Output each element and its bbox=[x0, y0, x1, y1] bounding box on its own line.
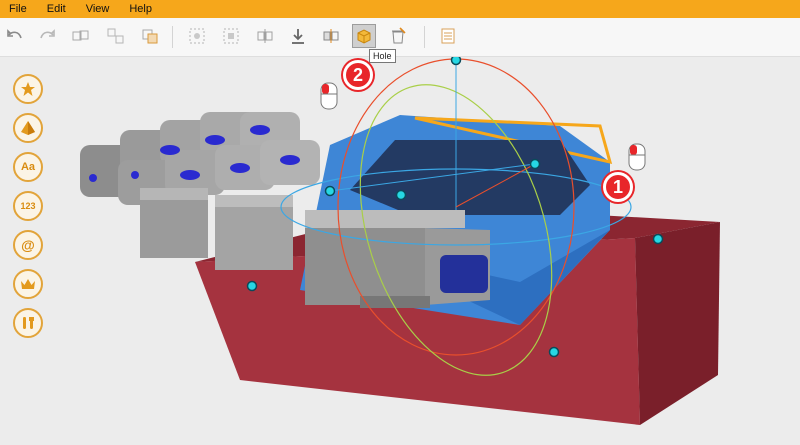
duplicate-icon bbox=[142, 29, 158, 44]
flip-button[interactable] bbox=[319, 24, 343, 48]
flip-icon bbox=[323, 29, 339, 43]
shapes-icon bbox=[21, 121, 35, 135]
delete-icon bbox=[392, 27, 406, 44]
palette-shapes[interactable] bbox=[13, 113, 43, 143]
menu-edit[interactable]: Edit bbox=[37, 0, 76, 18]
distribute-icon bbox=[223, 28, 239, 44]
gizmo-handle[interactable] bbox=[529, 158, 541, 170]
palette-symbols[interactable]: @ bbox=[13, 230, 43, 260]
palette-numbers[interactable]: 123 bbox=[13, 191, 43, 221]
gizmo-handle[interactable] bbox=[246, 280, 258, 292]
align-icon bbox=[189, 28, 205, 44]
notes-icon bbox=[441, 28, 455, 44]
align-button[interactable] bbox=[185, 24, 209, 48]
palette-text[interactable]: Aa bbox=[13, 152, 43, 182]
mirror-icon bbox=[257, 29, 273, 43]
gizmo-handle[interactable] bbox=[395, 189, 407, 201]
crown-icon bbox=[21, 279, 35, 289]
tools-icon bbox=[23, 317, 34, 329]
base-plate-side[interactable] bbox=[635, 222, 720, 425]
3d-viewport[interactable] bbox=[0, 57, 800, 445]
ungroup-button[interactable] bbox=[104, 24, 128, 48]
tooltip: Hole bbox=[369, 49, 396, 63]
hole-button[interactable] bbox=[352, 24, 376, 48]
drop-to-floor-button[interactable] bbox=[286, 24, 310, 48]
redo-button[interactable] bbox=[35, 24, 59, 48]
distribute-button[interactable] bbox=[219, 24, 243, 48]
gizmo-handle[interactable] bbox=[324, 185, 336, 197]
toolbar bbox=[0, 18, 800, 57]
left-click-mouse-icon bbox=[628, 143, 646, 171]
drop-to-floor-icon bbox=[292, 29, 304, 44]
right-click-mouse-icon bbox=[320, 82, 338, 110]
palette-premium[interactable] bbox=[13, 269, 43, 299]
gizmo-handle[interactable] bbox=[548, 346, 560, 358]
callout-step-two: 2 bbox=[343, 60, 373, 90]
notes-button[interactable] bbox=[436, 24, 460, 48]
gizmo-handle[interactable] bbox=[450, 57, 462, 66]
star-icon bbox=[21, 82, 35, 96]
gizmo-handle[interactable] bbox=[652, 233, 664, 245]
selected-part-cavity bbox=[350, 140, 590, 215]
mirror-button[interactable] bbox=[253, 24, 277, 48]
duplicate-button[interactable] bbox=[138, 24, 162, 48]
toolbar-separator bbox=[424, 26, 425, 48]
group-button[interactable] bbox=[69, 24, 93, 48]
toolbar-separator bbox=[172, 26, 173, 48]
undo-icon bbox=[7, 29, 22, 39]
menu-bar: File Edit View Help bbox=[0, 0, 800, 18]
delete-button[interactable] bbox=[386, 24, 410, 48]
palette-favorites[interactable] bbox=[13, 74, 43, 104]
undo-button[interactable] bbox=[3, 24, 27, 48]
menu-view[interactable]: View bbox=[76, 0, 120, 18]
redo-icon bbox=[40, 29, 55, 39]
scene-canvas[interactable] bbox=[0, 57, 800, 445]
group-icon bbox=[72, 30, 89, 41]
menu-file[interactable]: File bbox=[0, 0, 37, 18]
shape-palette: Aa 123 @ bbox=[13, 74, 43, 347]
ungroup-icon bbox=[107, 28, 124, 44]
hole-icon bbox=[357, 29, 371, 44]
menu-help[interactable]: Help bbox=[119, 0, 162, 18]
callout-step-one: 1 bbox=[603, 172, 633, 202]
palette-tools[interactable] bbox=[13, 308, 43, 338]
